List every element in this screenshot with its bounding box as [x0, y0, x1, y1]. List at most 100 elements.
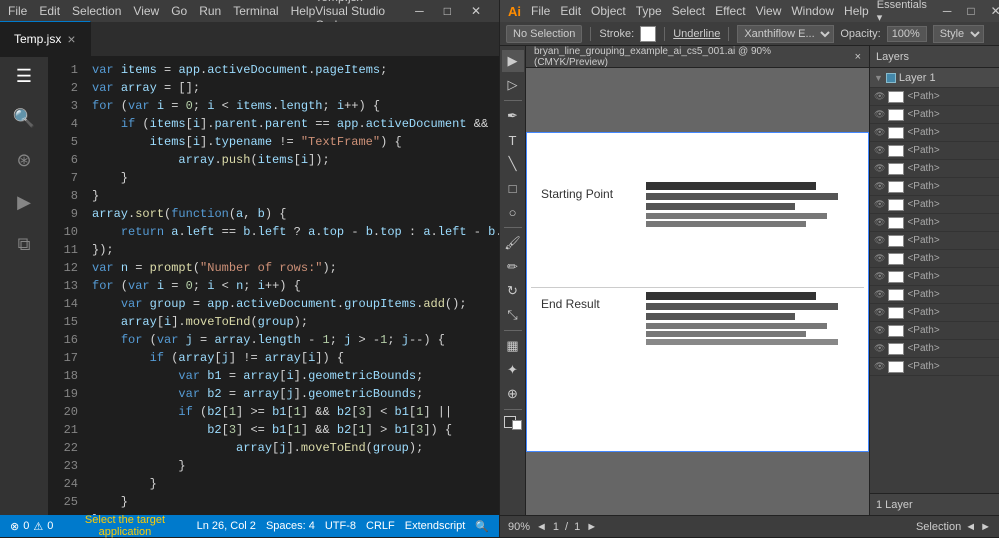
ai-menu-window[interactable]: Window	[791, 4, 834, 18]
ai-menu-object[interactable]: Object	[591, 4, 626, 18]
ai-maximize[interactable]: □	[959, 2, 982, 20]
ai-menu-view[interactable]: View	[756, 4, 782, 18]
tool-rect[interactable]: □	[502, 177, 524, 199]
layer-item[interactable]: 👁 <Path>	[870, 214, 999, 232]
zoom-value[interactable]: 90%	[508, 521, 530, 533]
tool-select[interactable]: ▶	[502, 50, 524, 72]
ai-logo: Ai	[508, 4, 521, 19]
layer-item[interactable]: 👁 <Path>	[870, 322, 999, 340]
stroke-color[interactable]	[640, 26, 656, 42]
close-button[interactable]: ✕	[461, 2, 491, 20]
fill-stroke-indicator[interactable]	[504, 416, 522, 430]
layer-item[interactable]: 👁 <Path>	[870, 268, 999, 286]
line-ending[interactable]: CRLF	[366, 520, 395, 532]
menu-selection[interactable]: Selection	[72, 4, 121, 18]
opacity-label: Opacity:	[840, 28, 880, 40]
tab-close-icon[interactable]: ×	[67, 31, 75, 47]
activity-debug[interactable]: ▶	[9, 187, 39, 217]
menu-run[interactable]: Run	[199, 4, 221, 18]
menu-file[interactable]: File	[8, 4, 27, 18]
layers-header: Layers	[870, 46, 999, 68]
layer-name: Layer 1	[899, 72, 936, 84]
tool-text[interactable]: T	[502, 129, 524, 151]
ai-menu-bar[interactable]: File Edit Object Type Select Effect View…	[531, 4, 869, 18]
tool-pen[interactable]: ✒	[502, 105, 524, 127]
tool-eyedropper[interactable]: ✦	[502, 359, 524, 381]
activity-extensions[interactable]: ⧉	[9, 229, 39, 259]
layer-item[interactable]: 👁 <Path>	[870, 106, 999, 124]
layer-item[interactable]: 👁 <Path>	[870, 286, 999, 304]
tool-scale[interactable]: ⤡	[502, 304, 524, 326]
layer-thumb	[888, 145, 904, 157]
ai-essentials[interactable]: Essentials ▾	[877, 0, 927, 24]
tool-gradient[interactable]: ▦	[502, 335, 524, 357]
layer-thumb	[888, 343, 904, 355]
maximize-button[interactable]: □	[434, 2, 461, 20]
status-nav-next[interactable]: ►	[980, 521, 991, 533]
layer-item[interactable]: 👁 <Path>	[870, 142, 999, 160]
tool-divider4	[504, 409, 522, 410]
layer-thumb	[888, 235, 904, 247]
activity-explorer[interactable]: ☰	[9, 61, 39, 91]
tool-ellipse[interactable]: ○	[502, 201, 524, 223]
opacity-input[interactable]	[887, 26, 927, 42]
layer-item[interactable]: 👁 <Path>	[870, 160, 999, 178]
tool-line[interactable]: ╲	[502, 153, 524, 175]
tool-brush[interactable]: 🖌	[502, 232, 524, 254]
ai-menu-edit[interactable]: Edit	[560, 4, 581, 18]
xanthippe-select[interactable]: Xanthiflow E...	[737, 25, 834, 43]
layer-thumb	[888, 91, 904, 103]
layer-item[interactable]: 👁 <Path>	[870, 358, 999, 376]
search-icon[interactable]: 🔍	[475, 520, 489, 533]
error-count[interactable]: ⊗ 0 ⚠ 0	[10, 520, 53, 533]
ai-canvas[interactable]: Starting Point End Result	[526, 68, 869, 515]
layer-item[interactable]: 👁 <Path>	[870, 124, 999, 142]
layer-thumb	[888, 325, 904, 337]
menu-terminal[interactable]: Terminal	[233, 4, 278, 18]
code-editor[interactable]: var items = app.activeDocument.pageItems…	[84, 57, 499, 515]
style-select[interactable]: Style	[933, 25, 984, 43]
ai-menu-help[interactable]: Help	[844, 4, 869, 18]
layer-item[interactable]: 👁 <Path>	[870, 304, 999, 322]
layer-item[interactable]: 👁 <Path>	[870, 178, 999, 196]
menu-help[interactable]: Help	[291, 4, 316, 18]
ai-menu-effect[interactable]: Effect	[715, 4, 745, 18]
vscode-statusbar: ⊗ 0 ⚠ 0 Select the target application Ln…	[0, 515, 499, 537]
language-mode[interactable]: Extendscript	[405, 520, 466, 532]
menu-edit[interactable]: Edit	[39, 4, 60, 18]
no-selection-btn[interactable]: No Selection	[506, 25, 582, 43]
cursor-position[interactable]: Ln 26, Col 2	[197, 520, 256, 532]
activity-search[interactable]: 🔍	[9, 103, 39, 133]
activity-git[interactable]: ⊛	[9, 145, 39, 175]
tool-rotate[interactable]: ↻	[502, 280, 524, 302]
layer-item[interactable]: 👁 <Path>	[870, 232, 999, 250]
ai-menu-select[interactable]: Select	[672, 4, 705, 18]
status-nav-prev[interactable]: ◄	[965, 521, 976, 533]
menu-go[interactable]: Go	[171, 4, 187, 18]
artboard-nav-next[interactable]: ►	[586, 521, 597, 533]
layer-item[interactable]: 👁 <Path>	[870, 196, 999, 214]
layer-item-label: <Path>	[907, 145, 995, 156]
vscode-menu-bar[interactable]: File Edit Selection View Go Run Terminal…	[8, 4, 315, 18]
ai-minimize[interactable]: ─	[935, 2, 960, 20]
tool-pencil[interactable]: ✏	[502, 256, 524, 278]
tab-tempjsx[interactable]: Temp.jsx ×	[0, 21, 91, 56]
ai-titlebar: Ai File Edit Object Type Select Effect V…	[500, 0, 999, 22]
ai-close[interactable]: ✕	[983, 2, 999, 20]
tool-direct-select[interactable]: ▷	[502, 74, 524, 96]
ai-menu-file[interactable]: File	[531, 4, 550, 18]
ai-menu-type[interactable]: Type	[636, 4, 662, 18]
layer-item[interactable]: 👁 <Path>	[870, 340, 999, 358]
layer-group-header[interactable]: ▼ Layer 1	[870, 68, 999, 88]
tab-filename: Temp.jsx	[14, 32, 61, 46]
encoding[interactable]: UTF-8	[325, 520, 356, 532]
minimize-button[interactable]: ─	[405, 2, 434, 20]
tool-zoom[interactable]: ⊕	[502, 383, 524, 405]
layer-item[interactable]: 👁 <Path>	[870, 250, 999, 268]
menu-view[interactable]: View	[133, 4, 159, 18]
canvas-tab-close[interactable]: ×	[855, 51, 861, 63]
canvas-filename: bryan_line_grouping_example_ai_cs5_001.a…	[534, 46, 845, 68]
artboard-nav-prev[interactable]: ◄	[536, 521, 547, 533]
indent-info[interactable]: Spaces: 4	[266, 520, 315, 532]
layer-item[interactable]: 👁 <Path>	[870, 88, 999, 106]
